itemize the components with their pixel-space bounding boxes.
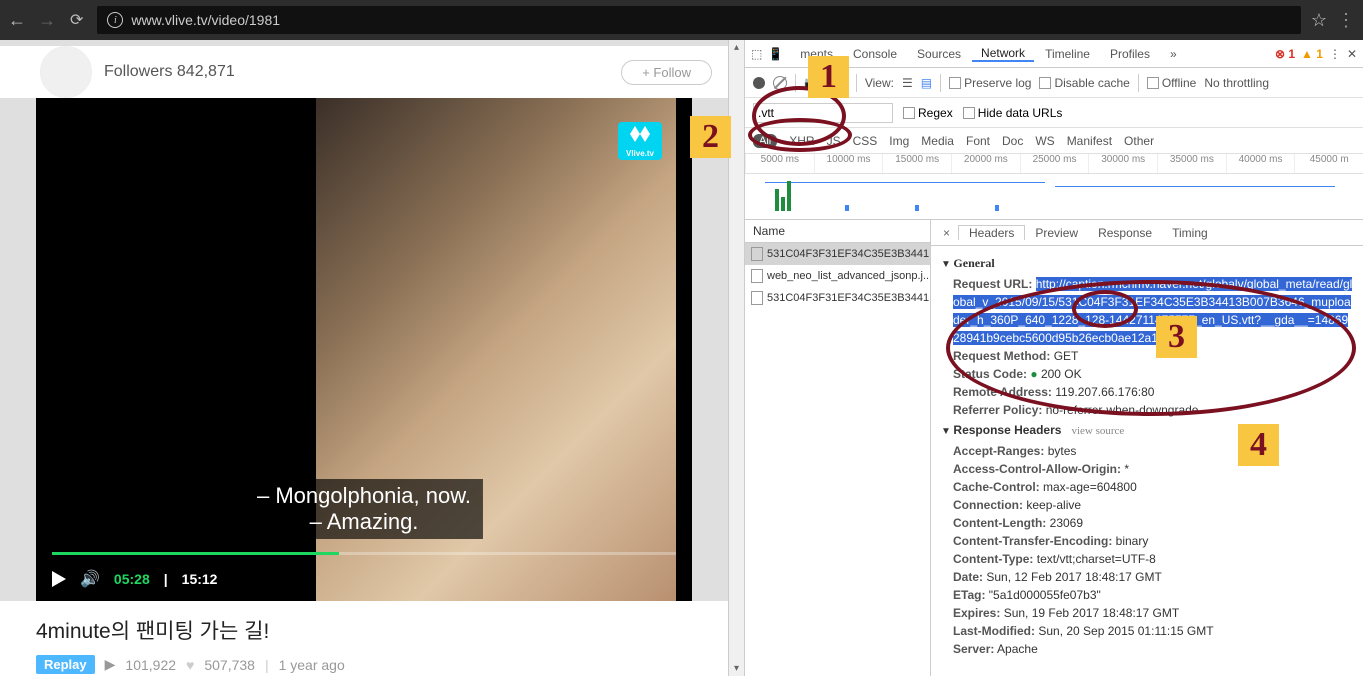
offline-checkbox[interactable]: Offline xyxy=(1147,76,1196,90)
filter-doc[interactable]: Doc xyxy=(1002,134,1023,148)
followers-count: Followers 842,871 xyxy=(104,63,235,81)
disable-cache-checkbox[interactable]: Disable cache xyxy=(1039,76,1129,90)
device-icon[interactable]: 📱 xyxy=(768,47,783,61)
views: 101,922 xyxy=(125,657,176,673)
avatar[interactable] xyxy=(40,46,92,98)
likes: 507,738 xyxy=(204,657,255,673)
name-column-header[interactable]: Name xyxy=(745,220,930,243)
annotation-2: 2 xyxy=(690,116,731,158)
site-info-icon[interactable]: i xyxy=(107,12,123,28)
tab-timing[interactable]: Timing xyxy=(1162,226,1218,240)
throttling-select[interactable]: No throttling xyxy=(1204,76,1269,90)
progress-bar[interactable] xyxy=(52,552,676,555)
back-icon[interactable]: ← xyxy=(8,10,26,31)
error-badge[interactable]: ⊗ 1 xyxy=(1275,47,1295,61)
filter-other[interactable]: Other xyxy=(1124,134,1154,148)
file-icon xyxy=(751,291,763,305)
timeline-chart[interactable] xyxy=(745,174,1363,220)
general-section[interactable]: General xyxy=(941,256,1353,271)
tab-timeline[interactable]: Timeline xyxy=(1036,47,1099,61)
video-controls: 🔊 05:28 | 15:12 xyxy=(36,557,692,601)
filter-manifest[interactable]: Manifest xyxy=(1067,134,1112,148)
browser-menu-icon[interactable]: ⋮ xyxy=(1337,10,1355,31)
devtools-menu-icon[interactable]: ⋮ xyxy=(1329,47,1341,61)
annotation-1: 1 xyxy=(808,56,849,98)
filter-img[interactable]: Img xyxy=(889,134,909,148)
volume-icon[interactable]: 🔊 xyxy=(80,569,100,589)
request-row[interactable]: 531C04F3F31EF34C35E3B3441... xyxy=(745,287,930,309)
tab-more[interactable]: » xyxy=(1161,47,1186,61)
replay-badge: Replay xyxy=(36,655,95,674)
time-current: 05:28 xyxy=(114,571,150,587)
video-player[interactable]: Vlive.tv – Mongolphonia, now. – Amazing.… xyxy=(36,98,692,601)
reload-icon[interactable]: ⟳ xyxy=(70,10,83,30)
annotation-circle-3b xyxy=(1072,290,1138,328)
annotation-circle-2 xyxy=(748,118,852,152)
request-list: Name 531C04F3F31EF34C35E3B3441... web_ne… xyxy=(745,220,931,676)
close-icon[interactable]: ✕ xyxy=(1347,47,1357,61)
heart-icon: ♥ xyxy=(186,657,194,673)
filter-font[interactable]: Font xyxy=(966,134,990,148)
tab-sources[interactable]: Sources xyxy=(908,47,970,61)
video-age: 1 year ago xyxy=(279,657,345,673)
record-icon[interactable] xyxy=(753,77,765,89)
video-title: 4minute의 팬미팅 가는 길! xyxy=(36,615,692,645)
follow-button[interactable]: + Follow xyxy=(621,60,712,85)
preserve-log-checkbox[interactable]: Preserve log xyxy=(949,76,1031,90)
hide-urls-checkbox[interactable]: Hide data URLs xyxy=(963,106,1063,120)
browser-toolbar: ← → ⟳ i www.vlive.tv/video/1981 ☆ ⋮ xyxy=(0,0,1363,40)
annotation-circle-3 xyxy=(946,280,1356,416)
request-row[interactable]: web_neo_list_advanced_jsonp.j... xyxy=(745,265,930,287)
video-meta: 4minute의 팬미팅 가는 길! Replay ▶ 101,922 ♥ 50… xyxy=(0,601,728,676)
filter-ws[interactable]: WS xyxy=(1035,134,1054,148)
annotation-3: 3 xyxy=(1156,316,1197,358)
view-label: View: xyxy=(865,76,894,90)
filter-media[interactable]: Media xyxy=(921,134,954,148)
vlive-logo: Vlive.tv xyxy=(618,122,662,160)
subtitle-overlay: – Mongolphonia, now. – Amazing. xyxy=(245,479,483,539)
tab-headers[interactable]: Headers xyxy=(958,225,1025,240)
address-bar[interactable]: i www.vlive.tv/video/1981 xyxy=(97,6,1300,34)
file-icon xyxy=(751,269,763,283)
request-row[interactable]: 531C04F3F31EF34C35E3B3441... xyxy=(745,243,930,265)
tab-profiles[interactable]: Profiles xyxy=(1101,47,1159,61)
view-large-icon[interactable]: ▤ xyxy=(921,76,932,90)
time-total: 15:12 xyxy=(182,571,218,587)
channel-header: Followers 842,871 + Follow xyxy=(0,46,728,98)
inspect-icon[interactable]: ⬚ xyxy=(751,47,762,61)
bookmark-icon[interactable]: ☆ xyxy=(1311,10,1327,31)
close-detail-icon[interactable]: × xyxy=(935,226,958,240)
warning-badge[interactable]: ▲ 1 xyxy=(1301,47,1323,61)
file-icon xyxy=(751,247,763,261)
tab-response[interactable]: Response xyxy=(1088,226,1162,240)
tab-preview[interactable]: Preview xyxy=(1025,226,1088,240)
regex-checkbox[interactable]: Regex xyxy=(903,106,953,120)
play-count-icon: ▶ xyxy=(105,656,116,673)
tab-console[interactable]: Console xyxy=(844,47,906,61)
response-headers-section[interactable]: Response Headersview source xyxy=(941,423,1353,438)
annotation-4: 4 xyxy=(1238,424,1279,466)
forward-icon[interactable]: → xyxy=(38,10,56,31)
filter-css[interactable]: CSS xyxy=(853,134,878,148)
tab-network[interactable]: Network xyxy=(972,46,1034,62)
detail-tabs: × Headers Preview Response Timing xyxy=(931,220,1363,246)
play-icon[interactable] xyxy=(52,571,66,587)
view-list-icon[interactable]: ☰ xyxy=(902,76,913,90)
url-text: www.vlive.tv/video/1981 xyxy=(131,12,280,28)
view-source-link[interactable]: view source xyxy=(1071,425,1124,437)
timeline-ruler: 5000 ms10000 ms15000 ms 20000 ms25000 ms… xyxy=(745,154,1363,174)
